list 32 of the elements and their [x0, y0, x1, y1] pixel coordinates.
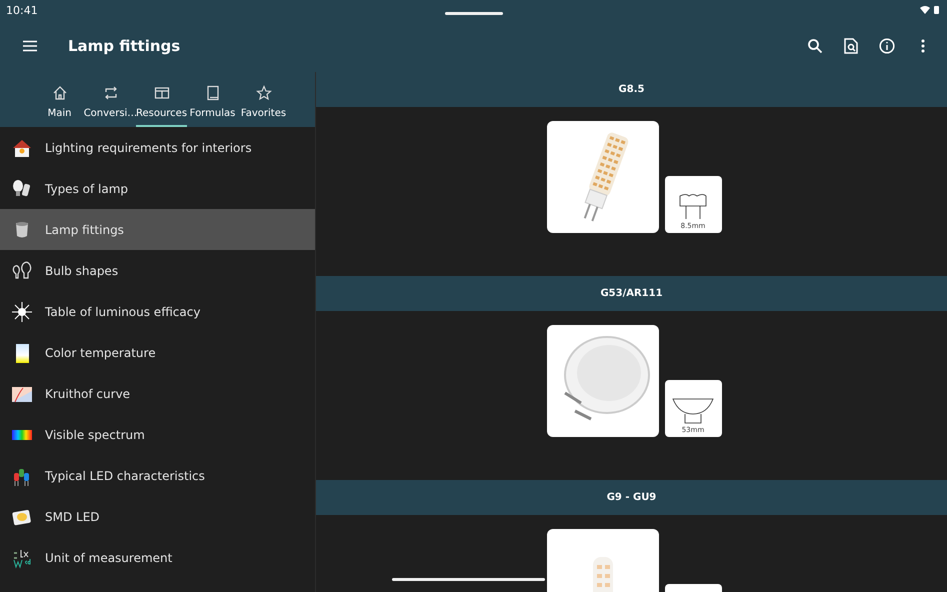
sidebar-item[interactable]: SMD LED — [0, 496, 315, 537]
bulb-outline-icon — [11, 260, 33, 282]
sidebar-item[interactable]: Types of lamp — [0, 168, 315, 209]
sidebar-item[interactable]: Table of luminous efficacy — [0, 291, 315, 332]
app-title: Lamp fittings — [68, 37, 182, 55]
sidebar-item[interactable]: Visible spectrum — [0, 414, 315, 455]
home-icon — [52, 85, 68, 101]
nav-tab[interactable]: Resources — [136, 72, 187, 127]
nav-tab[interactable]: Main — [34, 72, 85, 127]
nav-tab[interactable]: Favorites — [238, 72, 289, 127]
sidebar-item[interactable]: Color temperature — [0, 332, 315, 373]
section-header: G9 - GU9 — [316, 480, 947, 515]
sidebar-item[interactable]: Typical LED characteristics — [0, 455, 315, 496]
sidebar-item[interactable]: Lamp fittings — [0, 209, 315, 250]
section-header: G8.5 — [316, 72, 947, 107]
sidebar-item[interactable]: Bulb shapes — [0, 250, 315, 291]
section-header: G53/AR111 — [316, 276, 947, 311]
sun-icon — [11, 300, 33, 322]
sidebar-item[interactable]: Unit of measurement — [0, 537, 315, 578]
nav-tab[interactable]: Conversi… — [85, 72, 136, 127]
sidebar-item[interactable]: Kruithof curve — [0, 373, 315, 414]
book-icon — [204, 85, 220, 101]
swap-icon — [102, 85, 118, 101]
gesture-handle[interactable] — [445, 12, 503, 15]
table-icon — [154, 85, 170, 101]
nav-tab[interactable]: Formulas — [187, 72, 238, 127]
gesture-handle[interactable] — [392, 578, 545, 581]
wifi-battery-icon — [919, 5, 941, 15]
status-time: 10:41 — [6, 4, 38, 16]
reflector-base-diagram — [671, 396, 715, 426]
sidebar-item[interactable]: Lighting requirements for interiors — [0, 127, 315, 168]
star-icon — [256, 85, 272, 101]
